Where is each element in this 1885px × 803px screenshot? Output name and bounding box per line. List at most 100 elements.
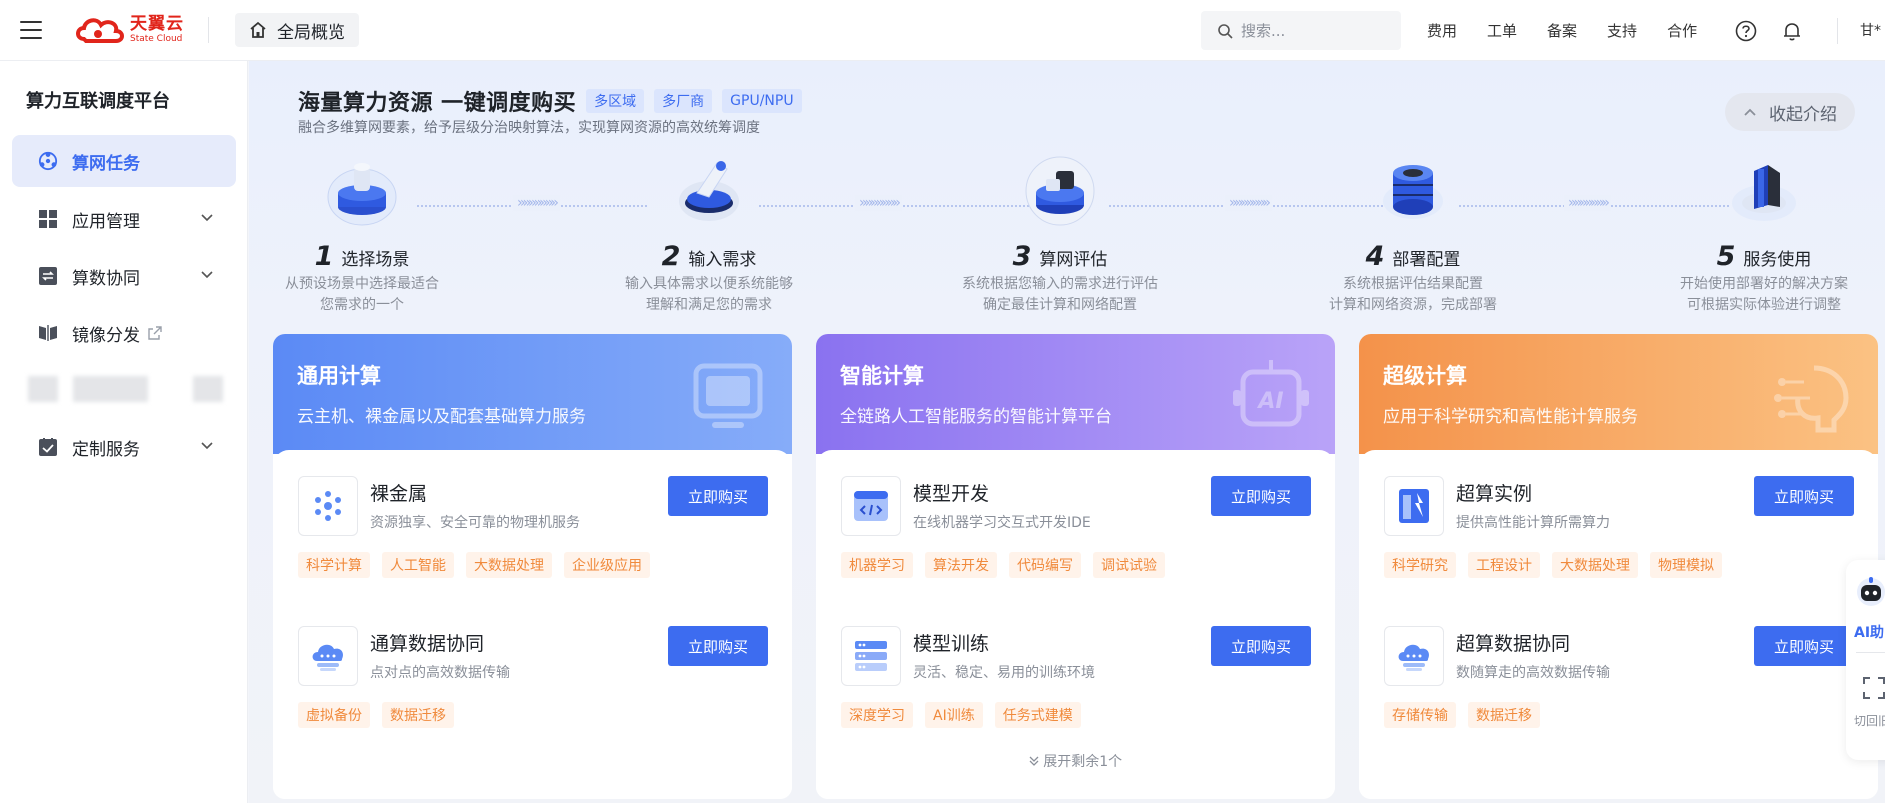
switch-back-icon[interactable] xyxy=(1860,674,1885,702)
divider xyxy=(1837,18,1838,44)
sidebar-item-custom-service[interactable]: 定制服务 xyxy=(12,421,236,473)
product-desc: 提供高性能计算所需算力 xyxy=(1456,515,1610,531)
step-desc: 系统根据评估结果配置 xyxy=(1343,276,1483,292)
sidebar-item-app-management[interactable]: 应用管理 xyxy=(12,193,236,245)
step-number: 5 xyxy=(1716,241,1736,272)
sidebar-item-label: 定制服务 xyxy=(72,439,140,460)
card-body: 裸金属 资源独享、安全可靠的物理机服务 立即购买 科学计算 人工智能 大数据处理… xyxy=(273,450,792,799)
sidebar-item-label: 镜像分发 xyxy=(72,325,140,346)
card-intelligent-compute: 智能计算 全链路人工智能服务的智能计算平台 AI 模型开发 在线机器学习交互式开… xyxy=(816,334,1335,799)
buy-now-button[interactable]: 立即购买 xyxy=(668,476,768,516)
divider xyxy=(1856,652,1885,653)
sidebar-item-mirror-distribution[interactable]: 镜像分发 xyxy=(12,307,236,359)
step-desc: 系统根据您输入的需求进行评估 xyxy=(962,276,1158,292)
checkbox-icon xyxy=(38,437,58,457)
link-support[interactable]: 支持 xyxy=(1607,20,1637,41)
cloud-transfer-icon xyxy=(1384,626,1444,686)
sidebar-item-compute-data-sync[interactable]: 算数协同 xyxy=(12,250,236,302)
buy-now-button[interactable]: 立即购买 xyxy=(668,626,768,666)
tag: 虚拟备份 xyxy=(298,702,370,728)
step-3: 3 算网评估 系统根据您输入的需求进行评估 确定最佳计算和网络配置 xyxy=(955,149,1165,316)
buy-now-button[interactable]: 立即购买 xyxy=(1754,626,1854,666)
help-icon[interactable] xyxy=(1733,18,1759,44)
step-2: 2 输入需求 输入具体需求以便系统能够 理解和满足您的需求 xyxy=(604,149,814,316)
tag: 数据迁移 xyxy=(1468,702,1540,728)
menu-icon[interactable] xyxy=(20,21,42,39)
switch-back-label[interactable]: 切回旧 xyxy=(1854,712,1885,729)
tag: 算法开发 xyxy=(925,552,997,578)
product-desc: 灵活、稳定、易用的训练环境 xyxy=(913,665,1095,681)
buy-now-button[interactable]: 立即购买 xyxy=(1211,476,1311,516)
user-name[interactable]: 甘* xyxy=(1860,20,1881,40)
double-chevron-down-icon xyxy=(1029,756,1039,766)
step-desc: 开始使用部署好的解决方案 xyxy=(1680,276,1848,292)
link-tickets[interactable]: 工单 xyxy=(1487,20,1517,41)
search-box[interactable] xyxy=(1201,11,1401,50)
collapse-intro-label: 收起介绍 xyxy=(1769,104,1837,125)
badge-gpu-npu: GPU/NPU xyxy=(722,89,802,113)
step-1: 1 选择场景 从预设场景中选择最适合 您需求的一个 xyxy=(257,149,467,316)
divider xyxy=(208,17,209,43)
tag: 工程设计 xyxy=(1468,552,1540,578)
tag: 调试试验 xyxy=(1093,552,1165,578)
step-desc: 确定最佳计算和网络配置 xyxy=(983,297,1137,313)
code-window-icon xyxy=(841,476,901,536)
logo-cn-text: 天翼云 xyxy=(130,14,184,34)
super-instance-icon xyxy=(1384,476,1444,536)
mirror-icon xyxy=(38,323,58,343)
buy-now-button[interactable]: 立即购买 xyxy=(1211,626,1311,666)
ai-assistant-label[interactable]: AI助 xyxy=(1854,622,1884,642)
top-links: 费用 工单 备案 支持 合作 xyxy=(1427,0,1727,61)
step-arrow: »»»»»»» xyxy=(1225,195,1272,211)
step-arrow: »»»»»»» xyxy=(513,195,560,211)
card-body: 超算实例 提供高性能计算所需算力 立即购买 科学研究 工程设计 大数据处理 物理… xyxy=(1359,450,1878,799)
tag: AI训练 xyxy=(925,702,983,728)
product-desc: 资源独享、安全可靠的物理机服务 xyxy=(370,515,580,531)
step-name: 服务使用 xyxy=(1743,250,1812,270)
collapse-intro-button[interactable]: 收起介绍 xyxy=(1725,93,1855,131)
tag: 科学计算 xyxy=(298,552,370,578)
step-desc: 从预设场景中选择最适合 xyxy=(285,276,439,292)
buy-now-button[interactable]: 立即购买 xyxy=(1754,476,1854,516)
sidebar-title: 算力互联调度平台 xyxy=(26,91,170,112)
tag: 代码编写 xyxy=(1009,552,1081,578)
breadcrumb-home[interactable]: 全局概览 xyxy=(235,13,359,47)
product-super-data-sync: 超算数据协同 数随算走的高效数据传输 立即购买 存储传输 数据迁移 xyxy=(1384,626,1854,756)
card-header: 智能计算 全链路人工智能服务的智能计算平台 AI xyxy=(816,334,1335,454)
bare-metal-icon xyxy=(298,476,358,536)
sidebar-item-network-task[interactable]: 算网任务 xyxy=(12,135,236,187)
sidebar-item-label: 应用管理 xyxy=(72,211,140,232)
main-content: 海量算力资源 一键调度购买 多区域 多厂商 GPU/NPU 融合多维算网要素，给… xyxy=(249,61,1885,803)
chevron-down-icon xyxy=(201,442,213,450)
badge-multi-vendor: 多厂商 xyxy=(654,89,713,113)
product-model-dev: 模型开发 在线机器学习交互式开发IDE 立即购买 机器学习 算法开发 代码编写 … xyxy=(841,476,1311,606)
tag: 数据迁移 xyxy=(382,702,454,728)
svg-text:AI: AI xyxy=(1256,389,1283,414)
product-general-data-sync: 通算数据协同 点对点的高效数据传输 立即购买 虚拟备份 数据迁移 xyxy=(298,626,768,756)
tag: 人工智能 xyxy=(382,552,454,578)
link-partner[interactable]: 合作 xyxy=(1667,20,1697,41)
card-super-compute: 超级计算 应用于科学研究和高性能计算服务 超算实例 提供高性能计算所需算力 立即… xyxy=(1359,334,1878,799)
logo[interactable]: 天翼云 State Cloud xyxy=(74,10,184,50)
step-name: 部署配置 xyxy=(1392,250,1461,270)
link-filing[interactable]: 备案 xyxy=(1547,20,1577,41)
product-name: 超算实例 xyxy=(1456,483,1533,505)
tag: 机器学习 xyxy=(841,552,913,578)
search-input[interactable] xyxy=(1241,21,1391,40)
blurred-item xyxy=(28,376,223,402)
monitor-watermark-icon xyxy=(693,363,763,428)
step-desc: 输入具体需求以便系统能够 xyxy=(625,276,793,292)
chevron-down-icon xyxy=(201,214,213,222)
bell-icon[interactable] xyxy=(1779,18,1805,44)
home-icon xyxy=(250,21,266,38)
robot-icon[interactable] xyxy=(1854,574,1885,608)
step-4: 4 部署配置 系统根据评估结果配置 计算和网络资源，完成部署 xyxy=(1308,149,1518,316)
badge-multi-region: 多区域 xyxy=(586,89,645,113)
search-icon xyxy=(1218,23,1233,39)
product-name: 模型训练 xyxy=(913,633,990,655)
tag: 深度学习 xyxy=(841,702,913,728)
expand-more-link[interactable]: 展开剩余1个 xyxy=(816,751,1335,771)
tag: 存储传输 xyxy=(1384,702,1456,728)
product-bare-metal: 裸金属 资源独享、安全可靠的物理机服务 立即购买 科学计算 人工智能 大数据处理… xyxy=(298,476,768,606)
link-fees[interactable]: 费用 xyxy=(1427,20,1457,41)
